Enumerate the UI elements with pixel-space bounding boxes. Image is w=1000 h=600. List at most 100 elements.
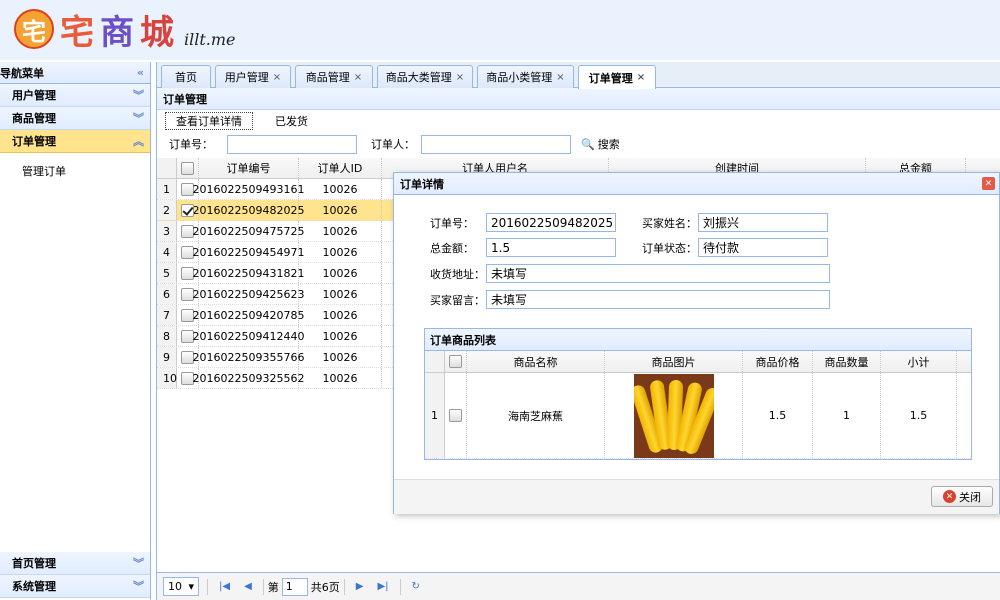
chevron-down-icon[interactable]: ︾ bbox=[133, 87, 144, 103]
message-field[interactable]: 未填写 bbox=[486, 290, 830, 309]
tab-categories[interactable]: 商品大类管理 × bbox=[377, 65, 473, 88]
page-number-input[interactable]: 1 bbox=[281, 577, 308, 596]
row-number: 1 bbox=[425, 373, 445, 458]
chevron-up-icon[interactable]: ︽ bbox=[133, 133, 144, 149]
tab-label: 订单管理 bbox=[588, 71, 633, 85]
col-price[interactable]: 商品价格 bbox=[743, 351, 813, 372]
next-page-icon[interactable]: ▶ bbox=[356, 581, 364, 592]
shipped-button[interactable]: 已发货 bbox=[265, 112, 318, 130]
col-product-image[interactable]: 商品图片 bbox=[605, 351, 743, 372]
nav-title-bar: 导航菜单 « bbox=[0, 62, 150, 84]
tab-home[interactable]: 首页 bbox=[161, 65, 211, 88]
nav-section-label: 商品管理 bbox=[12, 112, 56, 125]
nav-section-products[interactable]: 商品管理 ︾ bbox=[0, 107, 150, 130]
nav-orders-body: 管理订单 bbox=[0, 153, 150, 538]
page-size-select[interactable]: 10 ▾ bbox=[163, 577, 199, 596]
divider bbox=[399, 578, 401, 595]
address-row: 收货地址： 未填写 bbox=[430, 264, 830, 283]
order-no-cell: 2016022509425623 bbox=[193, 284, 305, 304]
header-banner: 宅 宅商城 illt.me bbox=[0, 0, 1000, 60]
select-all-checkbox[interactable] bbox=[445, 351, 467, 372]
dropdown-arrow-icon: ▾ bbox=[188, 580, 194, 593]
item-row[interactable]: 1 海南芝麻蕉 1.5 1 1.5 bbox=[425, 373, 971, 459]
close-icon[interactable]: × bbox=[556, 72, 564, 83]
search-row: 订单号： 订单人： 🔍 搜索 bbox=[157, 132, 1000, 156]
nav-panel: 导航菜单 « 用户管理 ︾ 商品管理 ︾ 订单管理 ︽ 管理订单 首页管理 ︾ 系统管理… bbox=[0, 62, 151, 600]
order-items-title: 订单商品列表 bbox=[425, 329, 971, 351]
close-icon[interactable]: × bbox=[456, 72, 464, 83]
product-image-cell bbox=[605, 373, 743, 458]
order-no-cell: 2016022509355766 bbox=[193, 347, 305, 367]
tab-label: 商品小类管理 bbox=[486, 71, 553, 84]
collapse-left-icon[interactable]: « bbox=[137, 66, 144, 79]
nav-section-label: 系统管理 bbox=[12, 580, 56, 593]
order-no-label: 订单号： bbox=[430, 216, 474, 230]
tab-label: 商品管理 bbox=[305, 71, 350, 84]
dialog-title: 订单详情 bbox=[400, 177, 444, 191]
total-pages-label: 共6页 bbox=[310, 580, 340, 594]
panel-title: 订单管理 bbox=[157, 88, 1000, 110]
row-number: 4 bbox=[157, 242, 177, 262]
col-qty[interactable]: 商品数量 bbox=[813, 351, 881, 372]
tab-label: 首页 bbox=[175, 71, 197, 84]
buyer-field[interactable]: 刘振兴 bbox=[698, 213, 828, 232]
close-icon[interactable]: × bbox=[637, 72, 645, 83]
order-no-field[interactable]: 2016022509482025 bbox=[486, 213, 616, 232]
col-user-id[interactable]: 订单人ID bbox=[299, 158, 382, 178]
order-no-row: 订单号： 2016022509482025 bbox=[430, 213, 616, 232]
close-icon[interactable]: × bbox=[354, 72, 362, 83]
product-price: 1.5 bbox=[743, 373, 813, 458]
view-detail-button[interactable]: 查看订单详情 bbox=[165, 112, 253, 130]
user-id-cell: 10026 bbox=[299, 347, 382, 367]
prev-page-icon[interactable]: ◀ bbox=[244, 581, 252, 592]
nav-section-orders[interactable]: 订单管理 ︽ bbox=[0, 130, 150, 153]
nav-section-home[interactable]: 首页管理 ︾ bbox=[0, 552, 150, 575]
first-page-icon[interactable]: |◀ bbox=[219, 581, 230, 592]
row-number: 6 bbox=[157, 284, 177, 304]
nav-item-manage-orders[interactable]: 管理订单 bbox=[22, 163, 150, 179]
tab-orders[interactable]: 订单管理 × bbox=[578, 65, 656, 89]
refresh-icon[interactable]: ↻ bbox=[412, 581, 420, 592]
logo-text: 宅商城 bbox=[60, 12, 180, 53]
search-button[interactable]: 搜索 bbox=[598, 136, 620, 152]
logo-mark: 宅 bbox=[14, 9, 54, 49]
tab-label: 用户管理 bbox=[224, 71, 269, 84]
chevron-down-icon[interactable]: ︾ bbox=[133, 555, 144, 571]
col-subtotal[interactable]: 小计 bbox=[881, 351, 957, 372]
address-field[interactable]: 未填写 bbox=[486, 264, 830, 283]
chevron-down-icon[interactable]: ︾ bbox=[133, 110, 144, 126]
nav-section-system[interactable]: 系统管理 ︾ bbox=[0, 575, 150, 598]
search-icon[interactable]: 🔍 bbox=[581, 138, 595, 151]
tab-subcategories[interactable]: 商品小类管理 × bbox=[477, 65, 574, 88]
divider bbox=[207, 578, 208, 595]
status-field[interactable]: 待付款 bbox=[698, 238, 828, 257]
close-button[interactable]: ✕ 关闭 bbox=[931, 486, 993, 507]
product-qty: 1 bbox=[813, 373, 881, 458]
row-number: 10 bbox=[157, 368, 177, 388]
chevron-down-icon[interactable]: ︾ bbox=[133, 578, 144, 594]
orderer-label: 订单人： bbox=[371, 138, 415, 151]
row-number: 8 bbox=[157, 326, 177, 346]
tab-products[interactable]: 商品管理 × bbox=[295, 65, 373, 88]
row-checkbox[interactable] bbox=[445, 373, 467, 458]
close-icon: ✕ bbox=[943, 490, 956, 503]
logo-domain: illt.me bbox=[184, 29, 236, 49]
user-id-cell: 10026 bbox=[299, 368, 382, 388]
nav-bottom: 首页管理 ︾ 系统管理 ︾ bbox=[0, 552, 150, 598]
close-icon[interactable]: ✕ bbox=[982, 177, 995, 190]
col-product-name[interactable]: 商品名称 bbox=[467, 351, 605, 372]
tab-users[interactable]: 用户管理 × bbox=[215, 65, 291, 88]
page-size-value: 10 bbox=[168, 580, 182, 593]
order-no-input[interactable] bbox=[227, 134, 357, 154]
orderer-input[interactable] bbox=[421, 134, 571, 154]
close-icon[interactable]: × bbox=[273, 72, 281, 83]
last-page-icon[interactable]: ▶| bbox=[377, 581, 388, 592]
col-order-no[interactable]: 订单编号 bbox=[199, 158, 299, 178]
select-all-checkbox[interactable] bbox=[177, 158, 199, 178]
total-field[interactable]: 1.5 bbox=[486, 238, 616, 257]
close-button-label: 关闭 bbox=[959, 490, 981, 504]
order-no-cell: 2016022509475725 bbox=[193, 221, 305, 241]
nav-section-users[interactable]: 用户管理 ︾ bbox=[0, 84, 150, 107]
row-number: 3 bbox=[157, 221, 177, 241]
site-logo: 宅 宅商城 illt.me bbox=[14, 4, 236, 54]
